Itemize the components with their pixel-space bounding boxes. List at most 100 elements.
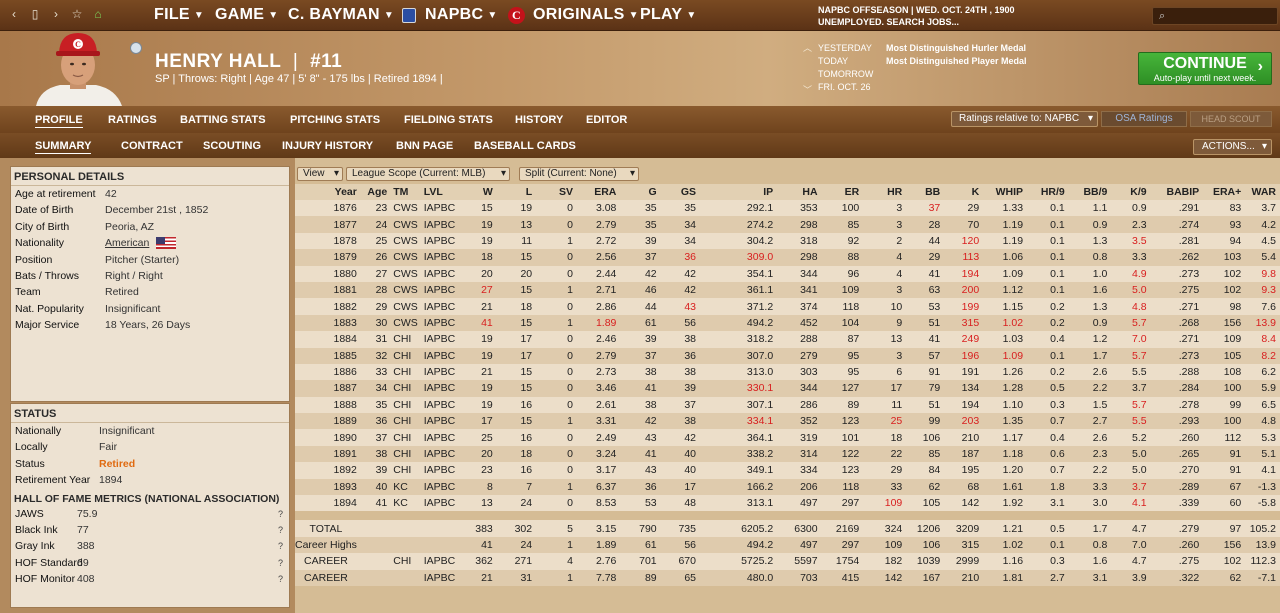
table-row[interactable]: 1877 24 CWS IAPBC 19 13 0 2.79 35 34 274.2 298 85 3 28…: [295, 216, 1280, 233]
column-header-sv[interactable]: SV: [536, 184, 577, 200]
cell-er: 87: [821, 331, 864, 348]
detail-row: JAWS 75.9?: [11, 506, 289, 522]
column-header-tm[interactable]: TM: [391, 184, 422, 200]
table-row[interactable]: 1886 33 CHI IAPBC 21 15 0 2.73 38 38 313.0 303 95 6 91…: [295, 363, 1280, 381]
menu-game[interactable]: GAME ▼: [215, 6, 278, 24]
table-row[interactable]: 1879 26 CWS IAPBC 18 15 0 2.56 37 36 309.0 298 88 4 29…: [295, 249, 1280, 266]
menu-file[interactable]: FILE ▼: [154, 6, 204, 24]
table-row[interactable]: 1894 41 KC IAPBC 13 24 0 8.53 53 48 313.1 497 297 109…: [295, 495, 1280, 512]
column-header-ha[interactable]: HA: [777, 184, 822, 200]
column-header-lvl[interactable]: LVL: [421, 184, 460, 200]
star-icon[interactable]: ☆: [71, 7, 83, 21]
tab-batting-stats[interactable]: BATTING STATS: [180, 114, 266, 126]
column-header-ip[interactable]: IP: [700, 184, 778, 200]
detail-value-nationality[interactable]: American: [105, 237, 149, 249]
cell-lvl: [421, 520, 460, 537]
column-header-whip[interactable]: WHIP: [983, 184, 1028, 200]
table-row[interactable]: 1889 36 CHI IAPBC 17 15 1 3.31 42 38 334.1 352 123 25…: [295, 413, 1280, 430]
column-header-hr[interactable]: HR: [863, 184, 907, 200]
column-header-babip[interactable]: BABIP: [1150, 184, 1204, 200]
view-dropdown[interactable]: View ▾: [297, 167, 343, 181]
tab-summary[interactable]: SUMMARY: [35, 140, 92, 154]
head-scout-button[interactable]: HEAD SCOUT: [1190, 111, 1272, 127]
calendar-event[interactable]: Most Distinguished Player Medal: [886, 56, 1027, 66]
tab-contract[interactable]: CONTRACT: [121, 140, 183, 152]
continue-button[interactable]: CONTINUE Auto-play until next week. ›: [1138, 52, 1272, 85]
table-row[interactable]: 1892 39 CHI IAPBC 23 16 0 3.17 43 40 349.1 334 123 29…: [295, 462, 1280, 479]
osa-ratings-button[interactable]: OSA Ratings: [1101, 111, 1187, 127]
help-icon[interactable]: ?: [278, 525, 283, 535]
tab-history[interactable]: HISTORY: [515, 114, 563, 126]
tab-fielding-stats[interactable]: FIELDING STATS: [404, 114, 493, 126]
ratings-relative-dropdown[interactable]: Ratings relative to: NAPBC ▾: [951, 111, 1098, 127]
table-row[interactable]: 1882 29 CWS IAPBC 21 18 0 2.86 44 43 371.2 374 118 10…: [295, 298, 1280, 315]
league-scope-dropdown[interactable]: League Scope (Current: MLB) ▾: [346, 167, 510, 181]
table-row[interactable]: 1881 28 CWS IAPBC 27 15 1 2.71 46 42 361.1 341 109 3 6…: [295, 281, 1280, 299]
tab-injury-history[interactable]: INJURY HISTORY: [282, 140, 373, 152]
help-icon[interactable]: ?: [278, 509, 283, 519]
column-header-k-9[interactable]: K/9: [1111, 184, 1151, 200]
chevron-up-icon[interactable]: ︿: [803, 41, 812, 54]
split-dropdown[interactable]: Split (Current: None) ▾: [519, 167, 639, 181]
tab-baseball-cards[interactable]: BASEBALL CARDS: [474, 140, 576, 152]
back-icon[interactable]: ‹: [8, 7, 20, 21]
column-header-hr-9[interactable]: HR/9: [1027, 184, 1069, 200]
actions-button[interactable]: ACTIONS... ▾: [1193, 139, 1272, 155]
column-header-era[interactable]: ERA: [577, 184, 621, 200]
tab-scouting[interactable]: SCOUTING: [203, 140, 261, 152]
column-header-war[interactable]: WAR: [1245, 184, 1280, 200]
tab-ratings[interactable]: RATINGS: [108, 114, 157, 126]
home-icon[interactable]: ⌂: [92, 7, 104, 21]
status-job-search[interactable]: UNEMPLOYED. SEARCH JOBS...: [818, 16, 1015, 28]
table-row[interactable]: 1893 40 KC IAPBC 8 7 1 6.37 36 17 166.2 206 118 33 62 6…: [295, 478, 1280, 496]
globe-icon[interactable]: [130, 42, 142, 54]
detail-row: Nationally Insignificant: [11, 423, 289, 439]
table-row[interactable]: TOTAL 383 302 5 3.15 790 735 6205.2 6300 2169 324 1…: [295, 520, 1280, 537]
table-row[interactable]: 1887 34 CHI IAPBC 19 15 0 3.46 41 39 330.1 344 127 17…: [295, 380, 1280, 397]
column-header-w[interactable]: W: [459, 184, 497, 200]
column-header-bb[interactable]: BB: [906, 184, 945, 200]
help-icon[interactable]: ?: [278, 541, 283, 551]
window-icon[interactable]: ▯: [29, 7, 41, 21]
help-icon[interactable]: ?: [278, 558, 283, 568]
search-input[interactable]: ⌕: [1152, 7, 1278, 25]
table-row[interactable]: 1884 31 CHI IAPBC 19 17 0 2.46 39 38 318.2 288 87 13 4…: [295, 331, 1280, 348]
calendar-row: FRI. OCT. 26: [818, 81, 1027, 94]
column-header-gs[interactable]: GS: [660, 184, 700, 200]
tab-pitching-stats[interactable]: PITCHING STATS: [290, 114, 380, 126]
table-row[interactable]: 1885 32 CHI IAPBC 19 17 0 2.79 37 36 307.0 279 95 3 57…: [295, 347, 1280, 364]
column-header-er[interactable]: ER: [821, 184, 864, 200]
table-row[interactable]: 1878 25 CWS IAPBC 19 11 1 2.72 39 34 304.2 318 92 2 44…: [295, 232, 1280, 250]
menu-manager[interactable]: C. BAYMAN ▼: [288, 6, 394, 24]
column-header-g[interactable]: G: [620, 184, 661, 200]
forward-icon[interactable]: ›: [50, 7, 62, 21]
cell-hr-9: 0.1: [1027, 347, 1069, 364]
table-row[interactable]: CAREER CHI IAPBC 362 271 4 2.76 701 670 5725.2 559…: [295, 553, 1280, 570]
table-row[interactable]: CAREER IAPBC 21 31 1 7.78 89 65 480.0 703 415 142 16…: [295, 569, 1280, 586]
table-row[interactable]: 1883 30 CWS IAPBC 41 15 1 1.89 61 56 494.2 452 104 9 5…: [295, 314, 1280, 332]
column-header-age[interactable]: Age: [360, 184, 392, 200]
tab-profile[interactable]: PROFILE: [35, 114, 83, 128]
cell-tm: [391, 569, 422, 586]
table-row[interactable]: 1891 38 CHI IAPBC 20 18 0 3.24 41 40 338.2 314 122 22…: [295, 445, 1280, 463]
table-row[interactable]: 1880 27 CWS IAPBC 20 20 0 2.44 42 42 354.1 344 96 4 41…: [295, 265, 1280, 282]
cell-bb-9: 2.2: [1068, 462, 1112, 479]
menu-play[interactable]: PLAY ▼: [640, 6, 697, 24]
cell-w: 19: [459, 380, 497, 397]
table-row[interactable]: Career Highs 41 24 1 1.89 61 56 494.2 497 297 109 1…: [295, 536, 1280, 554]
calendar-event[interactable]: Most Distinguished Hurler Medal: [886, 43, 1026, 53]
tab-bnn-page[interactable]: BNN PAGE: [396, 140, 453, 152]
menu-team[interactable]: C ORIGINALS ▼: [508, 6, 639, 24]
tab-editor[interactable]: EDITOR: [586, 114, 627, 126]
column-header-era[interactable]: ERA+: [1203, 184, 1246, 200]
column-header-k[interactable]: K: [944, 184, 984, 200]
column-header-year[interactable]: Year: [295, 184, 361, 200]
chevron-down-icon[interactable]: ﹀: [803, 83, 812, 96]
table-row[interactable]: 1888 35 CHI IAPBC 19 16 0 2.61 38 37 307.1 286 89 11 5…: [295, 396, 1280, 414]
column-header-bb-9[interactable]: BB/9: [1068, 184, 1112, 200]
table-row[interactable]: 1890 37 CHI IAPBC 25 16 0 2.49 43 42 364.1 319 101 18…: [295, 429, 1280, 446]
column-header-l[interactable]: L: [496, 184, 537, 200]
help-icon[interactable]: ?: [278, 574, 283, 584]
menu-league[interactable]: NAPBC ▼: [402, 6, 498, 24]
table-row[interactable]: 1876 23 CWS IAPBC 15 19 0 3.08 35 35 292.1 353 100 3 3…: [295, 200, 1280, 217]
